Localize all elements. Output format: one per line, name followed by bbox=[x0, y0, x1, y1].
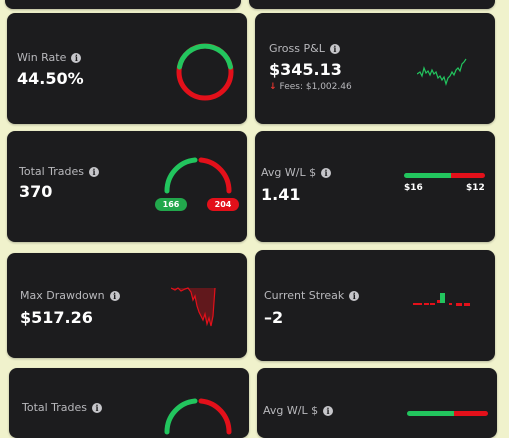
fees-value: Fees: $1,002.46 bbox=[279, 82, 352, 92]
total-trades-label-text: Total Trades bbox=[19, 165, 85, 178]
gauge-wins-arc bbox=[164, 157, 198, 194]
gross-pnl-value: $345.13 bbox=[269, 60, 342, 79]
avg-wl-bar bbox=[404, 173, 485, 178]
win-rate-arc-wins bbox=[177, 43, 233, 70]
gross-pnl-sparkline bbox=[417, 58, 467, 87]
arrow-down-icon: ↓ bbox=[269, 82, 277, 92]
info-icon[interactable]: i bbox=[329, 43, 340, 54]
win-rate-card[interactable]: Win Rate i 44.50% bbox=[7, 13, 247, 124]
total-trades-card[interactable]: Total Trades i 370 166 204 bbox=[7, 131, 247, 242]
avg-win-amount: $16 bbox=[404, 183, 423, 193]
total-trades-label-2: Total Trades i bbox=[22, 401, 103, 414]
max-drawdown-label-text: Max Drawdown bbox=[20, 289, 105, 302]
current-streak-card[interactable]: Current Streak i –2 bbox=[255, 250, 495, 361]
current-streak-label: Current Streak i bbox=[264, 289, 360, 302]
max-drawdown-card[interactable]: Max Drawdown i $517.26 bbox=[7, 253, 247, 358]
total-trades-label: Total Trades i bbox=[19, 165, 100, 178]
avg-wl-label-text-2: Avg W/L $ bbox=[263, 404, 319, 417]
wins-count-badge: 166 bbox=[155, 198, 187, 211]
info-icon[interactable]: i bbox=[92, 402, 103, 413]
fees-text: ↓ Fees: $1,002.46 bbox=[269, 82, 352, 92]
info-icon[interactable]: i bbox=[349, 290, 360, 301]
total-trades-label-text-2: Total Trades bbox=[22, 401, 88, 414]
info-icon[interactable]: i bbox=[89, 166, 100, 177]
avg-win-bar-segment-2 bbox=[407, 411, 454, 416]
losses-count-badge: 204 bbox=[207, 198, 239, 211]
avg-wl-card-2[interactable]: Avg W/L $ i bbox=[257, 368, 497, 438]
avg-loss-bar-segment-2 bbox=[453, 411, 488, 416]
win-rate-label-text: Win Rate bbox=[17, 51, 67, 64]
partial-card-top-left bbox=[5, 0, 241, 9]
total-trades-gauge-2 bbox=[164, 398, 232, 435]
current-streak-value: –2 bbox=[264, 308, 284, 327]
total-trades-card-2[interactable]: Total Trades i bbox=[9, 368, 249, 438]
total-trades-gauge bbox=[164, 157, 232, 194]
partial-card-top-right bbox=[249, 0, 495, 9]
avg-win-bar-segment bbox=[404, 173, 451, 178]
avg-wl-label-text: Avg W/L $ bbox=[261, 166, 317, 179]
avg-wl-label-2: Avg W/L $ i bbox=[263, 404, 334, 417]
avg-loss-bar-segment bbox=[450, 173, 485, 178]
win-rate-label: Win Rate i bbox=[17, 51, 82, 64]
max-drawdown-chart bbox=[171, 287, 216, 327]
gross-pnl-card[interactable]: Gross P&L i $345.13 ↓ Fees: $1,002.46 bbox=[255, 13, 495, 124]
win-rate-donut bbox=[176, 43, 234, 101]
info-icon[interactable]: i bbox=[323, 405, 334, 416]
max-drawdown-value: $517.26 bbox=[20, 308, 93, 327]
current-streak-chart bbox=[413, 293, 470, 306]
avg-wl-label: Avg W/L $ i bbox=[261, 166, 332, 179]
gross-pnl-label-text: Gross P&L bbox=[269, 42, 325, 55]
avg-wl-card[interactable]: Avg W/L $ i 1.41 $16 $12 bbox=[255, 131, 495, 242]
gauge-losses-arc bbox=[198, 157, 232, 194]
avg-loss-amount: $12 bbox=[466, 183, 485, 193]
avg-wl-bar-2 bbox=[407, 411, 488, 416]
win-rate-value: 44.50% bbox=[17, 69, 84, 88]
avg-wl-value: 1.41 bbox=[261, 185, 301, 204]
max-drawdown-label: Max Drawdown i bbox=[20, 289, 120, 302]
info-icon[interactable]: i bbox=[71, 52, 82, 63]
info-icon[interactable]: i bbox=[321, 167, 332, 178]
info-icon[interactable]: i bbox=[109, 290, 120, 301]
gross-pnl-label: Gross P&L i bbox=[269, 42, 340, 55]
current-streak-label-text: Current Streak bbox=[264, 289, 345, 302]
total-trades-value: 370 bbox=[19, 182, 53, 201]
